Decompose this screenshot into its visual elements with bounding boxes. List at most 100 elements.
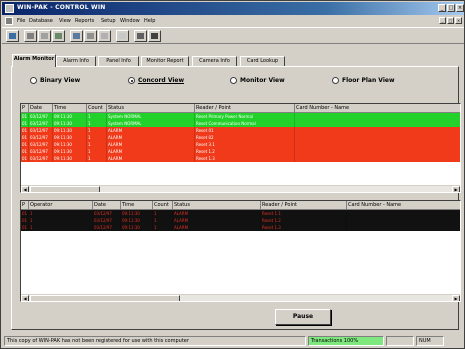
tool-button-6[interactable] [84, 30, 97, 42]
close-button[interactable]: × [456, 4, 464, 12]
menu-view[interactable]: View [59, 18, 71, 24]
table-row[interactable]: 01 03/12/97 09:11:30 1 System NORMAL Reset Pr… [21, 113, 460, 120]
table-cell: 01 [22, 113, 29, 120]
table-cell: 1 [87, 120, 107, 127]
status-mode [386, 336, 414, 346]
help-icon [151, 33, 158, 39]
table-cell: 09:11:30 [121, 217, 153, 224]
column-header[interactable]: Operator [29, 201, 93, 210]
column-header[interactable]: Reader / Point [195, 104, 295, 113]
column-header[interactable]: Status [173, 201, 261, 210]
menu-database[interactable]: Database [29, 18, 53, 24]
radio-indicator [230, 77, 237, 84]
door-icon [55, 33, 62, 39]
tab-alarm-info[interactable]: Alarm Info [56, 56, 96, 66]
table-cell: ALARM [107, 141, 195, 148]
radio-floor-plan-view[interactable]: Floor Plan View [332, 77, 395, 84]
column-header[interactable]: Count [153, 201, 173, 210]
menu-help[interactable]: Help [144, 18, 155, 24]
card-icon [27, 33, 34, 39]
minimize-button[interactable]: _ [438, 4, 446, 12]
column-header[interactable]: Card Number - Name [295, 104, 460, 113]
alarm-monitor-panel: Binary View Concord View Monitor View Fl… [11, 66, 461, 330]
table-cell: 1 [29, 217, 93, 224]
tool-button-9[interactable] [134, 30, 147, 42]
table-row[interactable]: 01 1 03/12/97 09:11:30 1 ALARM Reset 1.1 [21, 210, 460, 217]
tab-monitor-report[interactable]: Monitor Report [141, 56, 189, 66]
operator-grid[interactable]: P Operator Date Time Count Status Reader… [20, 200, 461, 302]
radio-label: Binary View [40, 77, 81, 84]
radio-binary-view[interactable]: Binary View [30, 77, 80, 84]
child-restore-button[interactable]: □ [447, 17, 454, 24]
menu-file[interactable]: File [17, 18, 25, 24]
table-cell: 03/12/97 [93, 224, 121, 231]
alarm-grid[interactable]: P Date Time Count Status Reader / Point … [20, 103, 461, 193]
user-icon [137, 33, 144, 39]
scroll-thumb[interactable] [30, 186, 100, 192]
scroll-left-arrow-icon[interactable]: ◀ [21, 186, 29, 192]
table-row[interactable]: 01 1 03/12/97 09:11:30 1 ALARM Reset 1.2 [21, 217, 460, 224]
column-header[interactable]: P [21, 104, 29, 113]
tool-button-7[interactable] [98, 30, 111, 42]
column-header[interactable]: Status [107, 104, 195, 113]
maximize-button[interactable]: □ [447, 4, 455, 12]
child-close-button[interactable]: × [455, 17, 462, 24]
column-header[interactable]: Date [93, 201, 121, 210]
child-minimize-button[interactable]: _ [439, 17, 446, 24]
table-row[interactable]: 01 03/12/97 09:11:30 1 ALARM Reset 02 [21, 134, 460, 141]
table-row[interactable]: 01 03/12/97 09:11:30 1 System NORMAL Reset Co… [21, 120, 460, 127]
menu-setup[interactable]: Setup [101, 18, 116, 24]
column-header[interactable]: P [21, 201, 29, 210]
column-header[interactable]: Date [29, 104, 53, 113]
window-title: WIN-PAK - CONTROL WIN [17, 4, 106, 11]
tab-card-lookup[interactable]: Card Lookup [240, 56, 285, 66]
tool-button-8[interactable] [116, 30, 129, 42]
table-row[interactable]: 01 03/12/97 09:11:30 1 ALARM Reset 01 [21, 127, 460, 134]
table-cell: Reset 01 [195, 127, 295, 134]
scroll-right-arrow-icon[interactable]: ▶ [452, 186, 460, 192]
tool-button-5[interactable] [70, 30, 83, 42]
table-cell: 01 [22, 141, 29, 148]
tool-button-4[interactable] [52, 30, 65, 42]
table-cell: Reset Primary Power Normal [195, 113, 295, 120]
table-cell: ALARM [107, 134, 195, 141]
app-icon[interactable] [5, 4, 14, 13]
document-icon[interactable] [5, 17, 13, 25]
column-header[interactable]: Time [121, 201, 153, 210]
radio-monitor-view[interactable]: Monitor View [230, 77, 285, 84]
tab-panel-info[interactable]: Panel Info [98, 56, 139, 66]
tab-alarm-monitor[interactable]: Alarm Monitor [12, 54, 56, 67]
table-cell: 1 [29, 210, 93, 217]
column-header[interactable]: Reader / Point [261, 201, 347, 210]
scroll-left-arrow-icon[interactable]: ◀ [21, 295, 29, 301]
column-header[interactable]: Time [53, 104, 87, 113]
radio-label: Concord View [138, 77, 185, 84]
table-cell [295, 120, 460, 127]
radio-concord-view[interactable]: Concord View [128, 77, 184, 84]
scroll-thumb[interactable] [30, 295, 180, 301]
pause-button[interactable]: Pause [275, 309, 331, 325]
table-cell: 1 [29, 224, 93, 231]
menu-window[interactable]: Window [120, 18, 140, 24]
table-cell: Reset 1.2 [261, 217, 347, 224]
tab-camera-info[interactable]: Camera Info [192, 56, 237, 66]
menu-reports[interactable]: Reports [75, 18, 94, 24]
table-row[interactable]: 01 03/12/97 09:11:30 1 ALARM Reset 1.3 [21, 155, 460, 162]
tool-button-10[interactable] [148, 30, 161, 42]
table-row[interactable]: 01 03/12/97 09:11:30 1 ALARM Reset 1.2 [21, 148, 460, 155]
tool-button-1[interactable] [6, 30, 19, 42]
table-row[interactable]: 01 03/12/97 09:11:30 1 ALARM Reset 3.1 [21, 141, 460, 148]
operator-grid-scrollbar[interactable]: ◀ ▶ [21, 294, 460, 301]
table-cell: 03/12/97 [29, 134, 53, 141]
column-header[interactable]: Card Number - Name [347, 201, 460, 210]
tool-button-2[interactable] [24, 30, 37, 42]
column-header[interactable]: Count [87, 104, 107, 113]
tool-button-3[interactable] [38, 30, 51, 42]
table-cell: 1 [87, 113, 107, 120]
alarm-grid-scrollbar[interactable]: ◀ ▶ [21, 185, 460, 192]
scroll-right-arrow-icon[interactable]: ▶ [452, 295, 460, 301]
toolbar [2, 27, 464, 44]
table-cell: 1 [87, 127, 107, 134]
title-bar[interactable]: WIN-PAK - CONTROL WIN _ □ × [2, 2, 464, 15]
table-row[interactable]: 01 1 03/12/97 09:11:30 1 ALARM Reset 1.3 [21, 224, 460, 231]
